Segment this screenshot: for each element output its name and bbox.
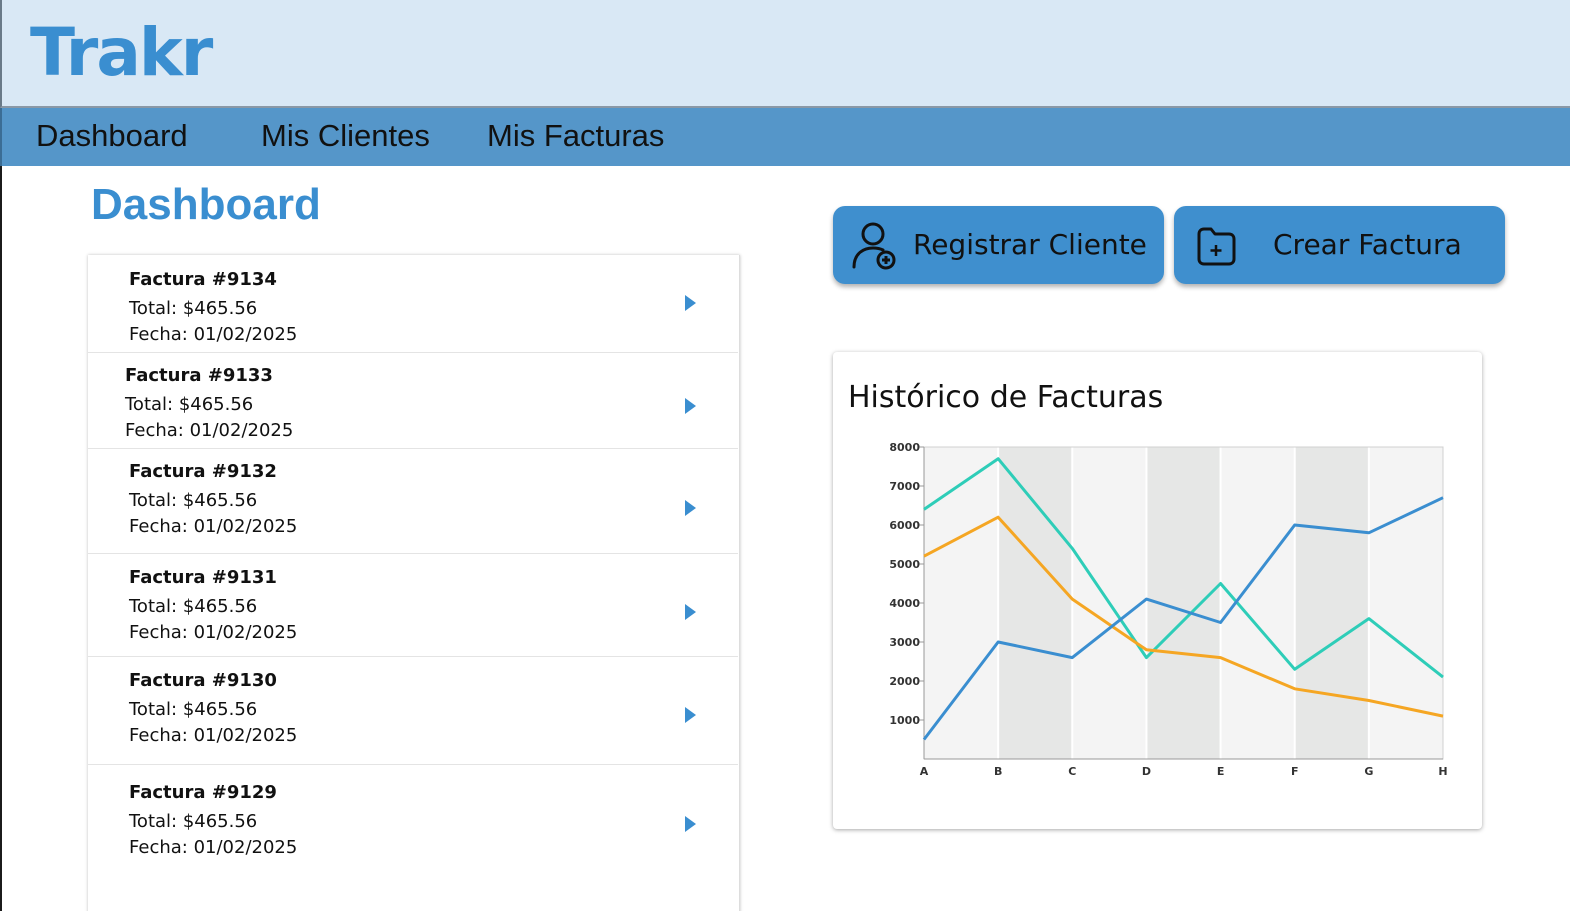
invoice-row-9132[interactable]: Factura #9132 Total: $465.56 Fecha: 01/0… bbox=[88, 449, 738, 554]
line-chart: 1000 2000 3000 4000 5000 6000 7000 8000 A B C D E F G H bbox=[889, 441, 1447, 778]
brand-logo[interactable]: Trakr bbox=[30, 14, 213, 91]
y-tick-label: 4000 bbox=[889, 597, 920, 610]
invoice-title: Factura #9132 bbox=[129, 461, 277, 482]
invoice-row-9134[interactable]: Factura #9134 Total: $465.56 Fecha: 01/0… bbox=[88, 255, 738, 353]
invoice-total: Total: $465.56 bbox=[129, 298, 258, 319]
register-client-label: Registrar Cliente bbox=[913, 228, 1147, 261]
y-tick-label: 3000 bbox=[889, 636, 920, 649]
invoice-title: Factura #9133 bbox=[125, 365, 273, 386]
invoice-row-9129[interactable]: Factura #9129 Total: $465.56 Fecha: 01/0… bbox=[88, 765, 738, 875]
invoice-row-9133[interactable]: Factura #9133 Total: $465.56 Fecha: 01/0… bbox=[88, 353, 738, 449]
x-tick-label: F bbox=[1291, 765, 1299, 778]
invoice-title: Factura #9131 bbox=[129, 567, 277, 588]
invoice-date: Fecha: 01/02/2025 bbox=[125, 420, 294, 441]
nav-item-mis-clientes[interactable]: Mis Clientes bbox=[261, 118, 430, 154]
y-tick-label: 2000 bbox=[889, 675, 920, 688]
app-header: Trakr bbox=[0, 0, 1570, 108]
caret-right-icon[interactable] bbox=[685, 604, 696, 620]
create-invoice-button[interactable]: Crear Factura bbox=[1174, 206, 1505, 284]
nav-item-dashboard[interactable]: Dashboard bbox=[36, 118, 188, 154]
x-tick-label: G bbox=[1364, 765, 1373, 778]
caret-right-icon[interactable] bbox=[685, 707, 696, 723]
invoice-date: Fecha: 01/02/2025 bbox=[129, 622, 298, 643]
caret-right-icon[interactable] bbox=[685, 398, 696, 414]
y-tick-label: 6000 bbox=[889, 519, 920, 532]
invoice-total: Total: $465.56 bbox=[129, 490, 258, 511]
x-tick-label: D bbox=[1142, 765, 1151, 778]
y-tick-label: 5000 bbox=[889, 558, 920, 571]
page-title: Dashboard bbox=[91, 180, 321, 229]
invoice-total: Total: $465.56 bbox=[129, 811, 258, 832]
x-tick-label: A bbox=[920, 765, 929, 778]
grid-band bbox=[924, 447, 999, 759]
left-edge-divider bbox=[0, 166, 2, 911]
invoice-title: Factura #9129 bbox=[129, 782, 277, 803]
invoice-date: Fecha: 01/02/2025 bbox=[129, 725, 298, 746]
y-tick-label: 1000 bbox=[889, 714, 920, 727]
invoice-title: Factura #9130 bbox=[129, 670, 277, 691]
grid-band bbox=[1294, 447, 1369, 759]
x-tick-label: E bbox=[1217, 765, 1225, 778]
caret-right-icon[interactable] bbox=[685, 295, 696, 311]
invoice-total: Total: $465.56 bbox=[129, 699, 258, 720]
invoice-list: Factura #9134 Total: $465.56 Fecha: 01/0… bbox=[88, 255, 740, 911]
caret-right-icon[interactable] bbox=[685, 816, 696, 832]
invoice-total: Total: $465.56 bbox=[129, 596, 258, 617]
x-tick-label: H bbox=[1438, 765, 1447, 778]
invoice-title: Factura #9134 bbox=[129, 269, 277, 290]
folder-add-icon bbox=[1197, 227, 1236, 266]
invoice-date: Fecha: 01/02/2025 bbox=[129, 324, 298, 345]
invoice-total: Total: $465.56 bbox=[125, 394, 254, 415]
invoice-date: Fecha: 01/02/2025 bbox=[129, 837, 298, 858]
chart-title: Histórico de Facturas bbox=[848, 380, 1164, 415]
create-invoice-label: Crear Factura bbox=[1273, 228, 1462, 261]
grid-band bbox=[1368, 447, 1443, 759]
invoice-history-chart: 1000 2000 3000 4000 5000 6000 7000 8000 A B C D E F G H… bbox=[833, 352, 1482, 829]
grid-band bbox=[1220, 447, 1295, 759]
main-nav: Dashboard Mis Clientes Mis Facturas bbox=[0, 108, 1570, 166]
x-tick-label: C bbox=[1068, 765, 1076, 778]
grid-band bbox=[998, 447, 1073, 759]
y-tick-label: 8000 bbox=[889, 441, 920, 454]
invoice-row-9131[interactable]: Factura #9131 Total: $465.56 Fecha: 01/0… bbox=[88, 554, 738, 657]
caret-right-icon[interactable] bbox=[685, 500, 696, 516]
register-client-button[interactable]: Registrar Cliente bbox=[833, 206, 1164, 284]
y-tick-label: 7000 bbox=[889, 480, 920, 493]
user-add-icon bbox=[852, 222, 896, 270]
x-tick-label: B bbox=[994, 765, 1002, 778]
nav-item-mis-facturas[interactable]: Mis Facturas bbox=[487, 118, 664, 154]
invoice-date: Fecha: 01/02/2025 bbox=[129, 516, 298, 537]
invoice-row-9130[interactable]: Factura #9130 Total: $465.56 Fecha: 01/0… bbox=[88, 657, 738, 765]
